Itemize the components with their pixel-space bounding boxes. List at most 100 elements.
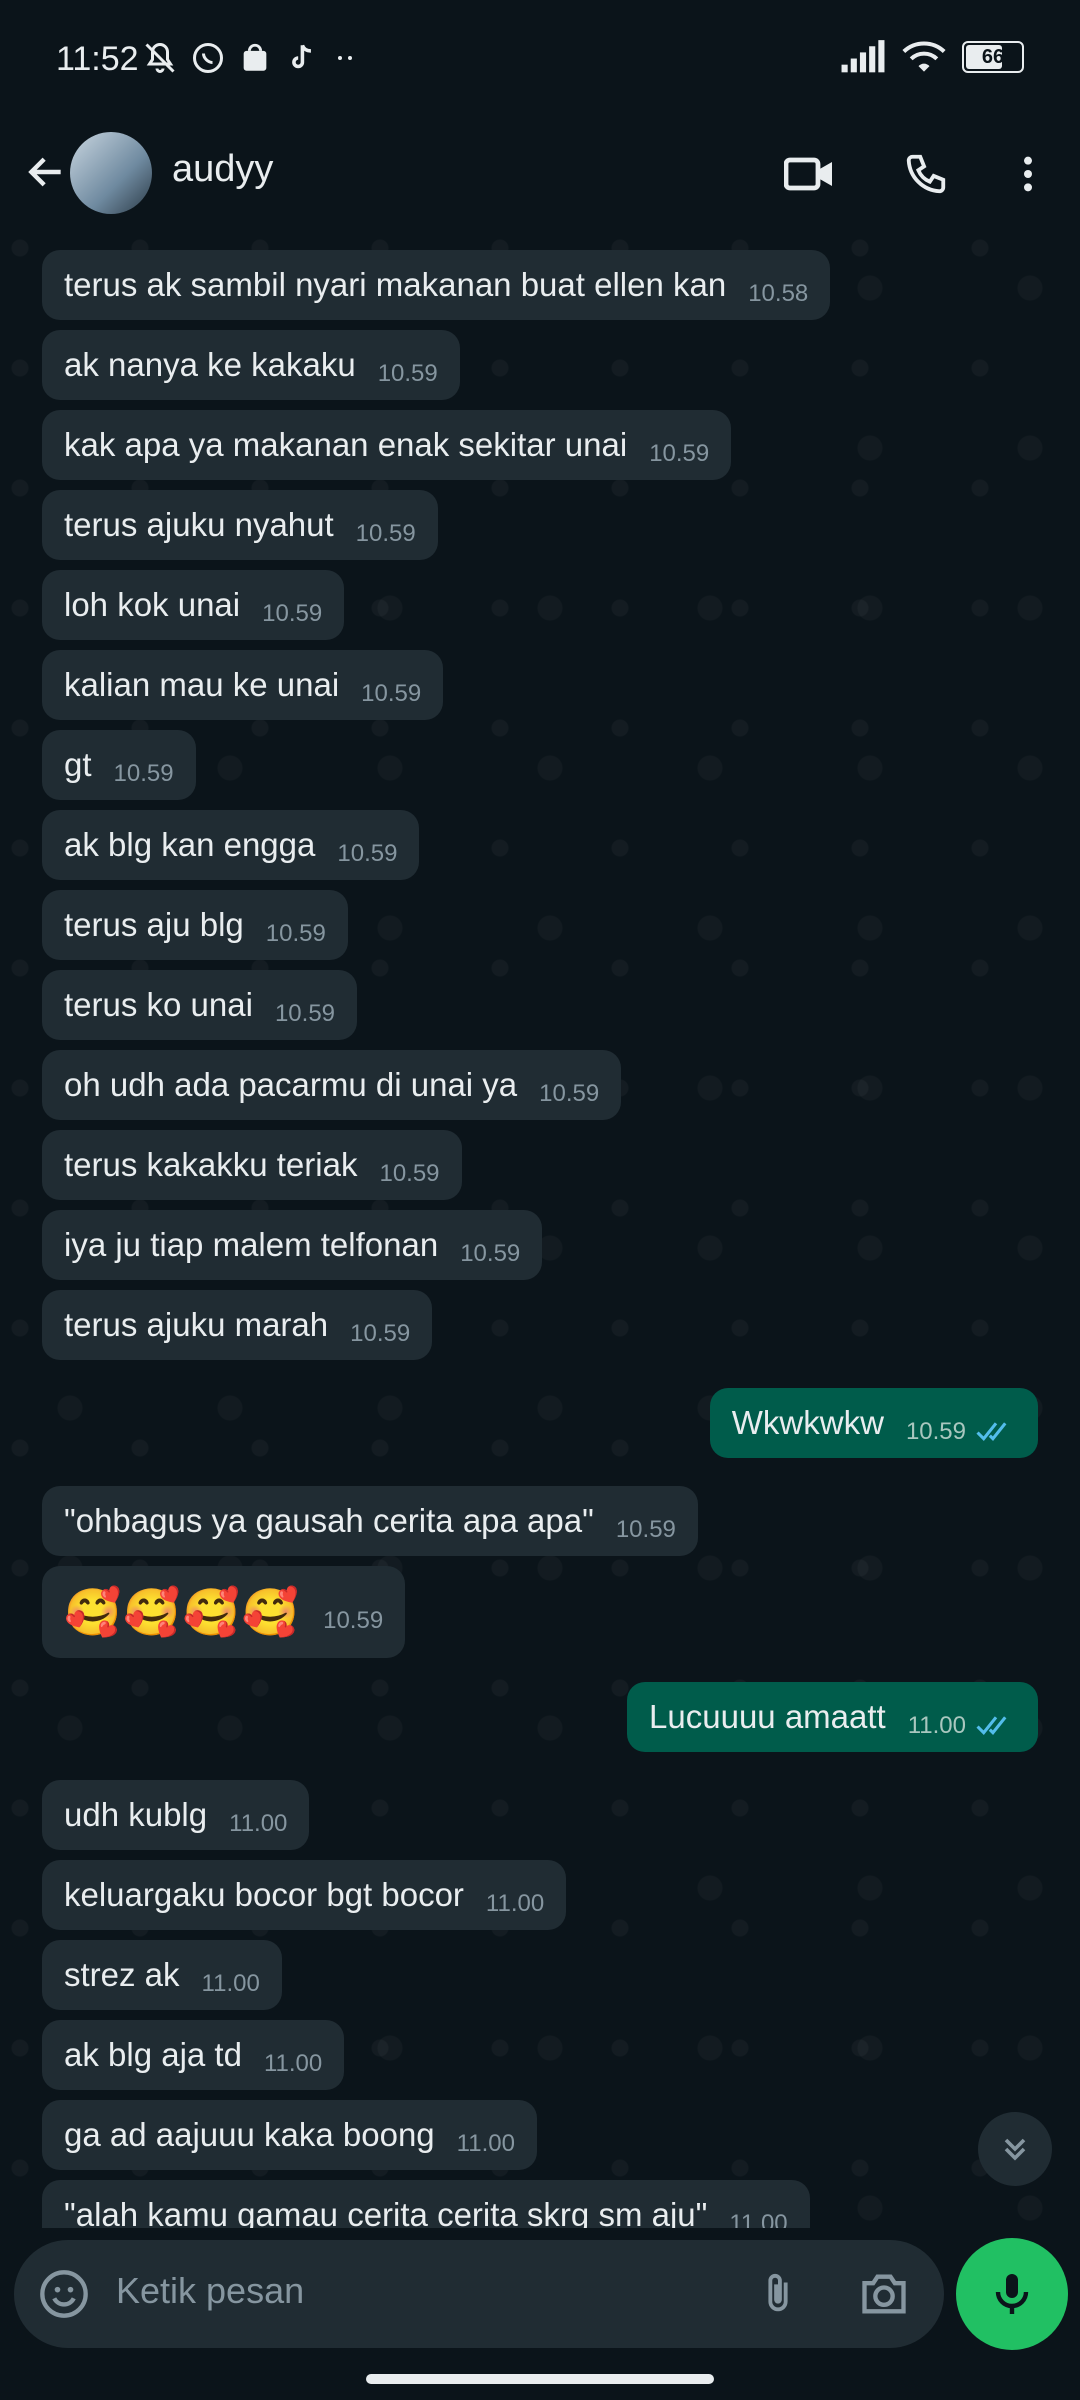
message-time: 11.00 <box>263 2050 323 2077</box>
message-time: 11.00 <box>729 2210 788 2228</box>
message-time: 10.59 <box>262 600 323 627</box>
message-text: ak blg kan engga <box>64 826 316 863</box>
message-text: terus ajuku marah <box>64 1306 329 1343</box>
message-text: terus kakakku teriak <box>64 1146 358 1183</box>
notification-icons <box>142 40 360 76</box>
more-vertical-icon <box>1024 156 1032 192</box>
message-time: 10.59 <box>274 1000 336 1027</box>
message-time: 11.00 <box>907 1712 966 1739</box>
message-incoming[interactable]: oh udh ada pacarmu di unai ya 10.59 <box>42 1050 622 1120</box>
message-time: 10.59 <box>337 840 398 867</box>
message-text: terus ko unai <box>64 986 253 1023</box>
battery-level: 66 <box>981 45 1005 68</box>
status-time: 11:52 <box>56 40 139 78</box>
message-incoming[interactable]: terus aju blg 10.59 <box>42 890 348 960</box>
message-text: "alah kamu gamau cerita cerita skrg sm a… <box>64 2196 708 2228</box>
more-notifications-icon <box>338 56 352 60</box>
message-time: 10.59 <box>615 1516 676 1543</box>
message-incoming[interactable]: terus ko unai 10.59 <box>42 970 358 1040</box>
message-incoming[interactable]: ga ad aajuuu kaka boong 11.00 <box>42 2100 537 2170</box>
message-incoming[interactable]: strez ak 11.00 <box>42 1940 282 2010</box>
chat-header: audyy <box>0 118 1080 229</box>
gesture-nav-bar[interactable] <box>366 2374 714 2384</box>
message-text: terus ak sambil nyari makanan buat ellen… <box>64 266 727 303</box>
message-incoming[interactable]: ak nanya ke kakaku 10.59 <box>42 330 460 400</box>
message-incoming[interactable]: terus ak sambil nyari makanan buat ellen… <box>42 250 831 320</box>
message-time: 10.59 <box>350 1320 411 1347</box>
message-text: kalian mau ke unai <box>64 666 340 703</box>
message-incoming[interactable]: ak blg kan engga 10.59 <box>42 810 420 880</box>
video-camera-icon <box>784 157 832 191</box>
message-text: gt <box>64 746 92 783</box>
message-composer[interactable]: Ketik pesan <box>14 2240 944 2348</box>
message-time: 10.58 <box>748 280 809 307</box>
paperclip-icon <box>768 2273 788 2312</box>
voice-call-button[interactable] <box>894 142 958 206</box>
message-outgoing[interactable]: Wkwkwkw 10.59 <box>709 1388 1038 1458</box>
message-incoming[interactable]: udh kublg 11.00 <box>42 1780 310 1850</box>
status-bar: 11:52 66 <box>0 0 1080 118</box>
more-options-button[interactable] <box>996 142 1060 206</box>
message-incoming[interactable]: "alah kamu gamau cerita cerita skrg sm a… <box>42 2180 810 2228</box>
message-incoming[interactable]: kalian mau ke unai 10.59 <box>42 650 444 720</box>
message-incoming[interactable]: terus kakakku teriak 10.59 <box>42 1130 462 1200</box>
scroll-to-bottom-button[interactable] <box>978 2112 1052 2186</box>
tiktok-icon <box>292 44 311 69</box>
message-incoming[interactable]: iya ju tiap malem telfonan 10.59 <box>42 1210 543 1280</box>
message-time: 10.59 <box>323 1607 384 1634</box>
system-icons: 66 <box>840 40 1024 74</box>
message-text: Wkwkwkw <box>731 1404 884 1441</box>
message-incoming[interactable]: "ohbagus ya gausah cerita apa apa" 10.59 <box>42 1486 698 1556</box>
camera-icon <box>862 2274 906 2314</box>
message-incoming[interactable]: terus ajuku marah 10.59 <box>42 1290 433 1360</box>
microphone-icon <box>995 2274 1029 2314</box>
message-time: 11.00 <box>456 2130 515 2157</box>
back-button[interactable] <box>14 140 78 204</box>
attach-button[interactable] <box>750 2266 806 2322</box>
message-text: ak nanya ke kakaku <box>64 346 356 383</box>
message-list[interactable]: terus ak sambil nyari makanan buat ellen… <box>0 228 1080 2228</box>
message-text: ga ad aajuuu kaka boong <box>64 2116 435 2153</box>
message-time: 10.59 <box>113 760 174 787</box>
message-text: Lucuuuu amaatt <box>649 1698 886 1735</box>
message-input[interactable]: Ketik pesan <box>116 2270 304 2312</box>
double-check-read-icon <box>976 1422 1007 1441</box>
message-incoming[interactable]: ak blg aja td 11.00 <box>42 2020 345 2090</box>
message-time: 10.59 <box>649 440 710 467</box>
message-incoming[interactable]: gt 10.59 <box>42 730 196 800</box>
message-text: loh kok unai <box>64 586 241 623</box>
battery-indicator: 66 <box>962 41 1024 73</box>
message-incoming-emoji[interactable]: 🥰🥰🥰🥰 10.59 <box>42 1566 406 1658</box>
message-incoming[interactable]: loh kok unai 10.59 <box>42 570 345 640</box>
emoji-icon <box>40 2270 88 2318</box>
video-call-button[interactable] <box>778 142 842 206</box>
message-time: 10.59 <box>377 360 438 387</box>
message-incoming[interactable]: kak apa ya makanan enak sekitar unai 10.5… <box>42 410 732 480</box>
message-incoming[interactable]: keluargaku bocor bgt bocor 11.00 <box>42 1860 567 1930</box>
voice-message-button[interactable] <box>956 2238 1068 2350</box>
chevron-double-down-icon <box>1004 2138 1026 2161</box>
double-check-read-icon <box>976 1716 1007 1735</box>
message-time: 11.00 <box>201 1970 260 1997</box>
message-time: 10.59 <box>379 1160 440 1187</box>
contact-name[interactable]: audyy <box>172 148 273 191</box>
message-text: oh udh ada pacarmu di unai ya <box>64 1066 518 1103</box>
message-time: 10.59 <box>361 680 422 707</box>
signal-icon <box>841 40 885 73</box>
message-text: keluargaku bocor bgt bocor <box>64 1876 464 1913</box>
message-text: "ohbagus ya gausah cerita apa apa" <box>64 1502 594 1539</box>
message-outgoing[interactable]: Lucuuuu amaatt 11.00 <box>627 1682 1038 1752</box>
shopping-bag-icon <box>243 43 267 71</box>
message-time: 10.59 <box>265 920 326 947</box>
avatar[interactable] <box>70 132 152 214</box>
bell-off-icon <box>145 42 175 73</box>
message-text: udh kublg <box>64 1796 208 1833</box>
message-text: 🥰🥰🥰🥰 <box>64 1585 302 1638</box>
message-text: terus ajuku nyahut <box>64 506 334 543</box>
camera-button[interactable] <box>856 2266 912 2322</box>
message-time: 10.59 <box>355 520 416 547</box>
arrow-left-icon <box>28 157 61 187</box>
message-incoming[interactable]: terus ajuku nyahut 10.59 <box>42 490 438 560</box>
emoji-button[interactable] <box>36 2266 92 2322</box>
message-text: kak apa ya makanan enak sekitar unai <box>64 426 628 463</box>
